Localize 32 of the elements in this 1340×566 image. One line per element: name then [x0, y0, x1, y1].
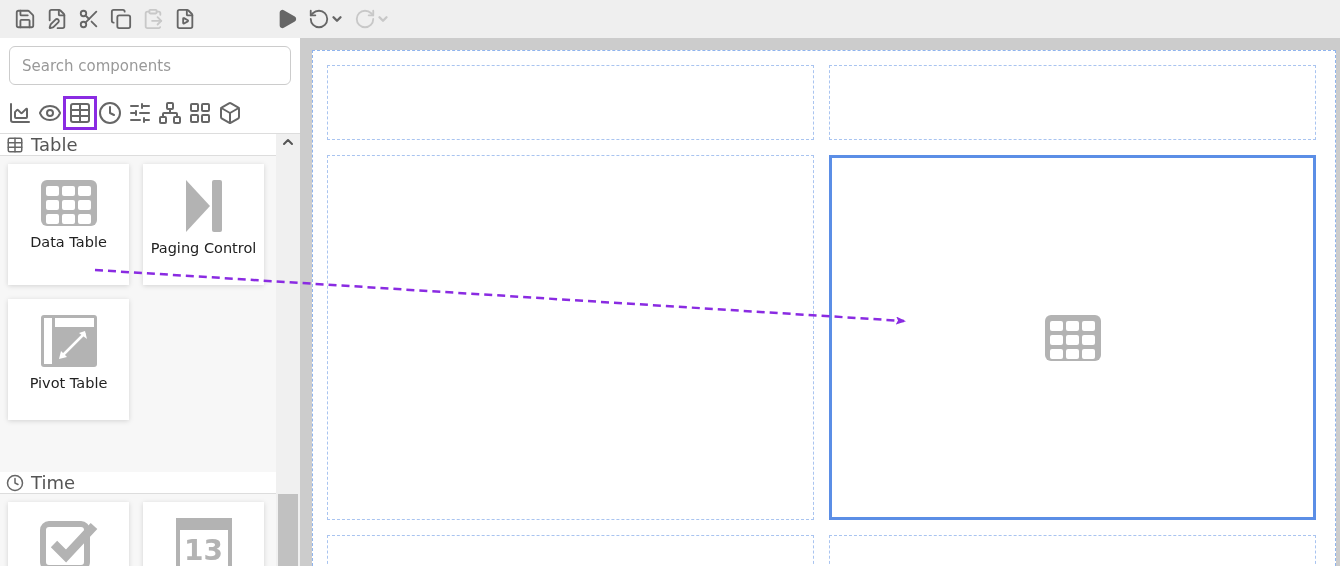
- section-header[interactable]: Time: [0, 472, 276, 494]
- search-field[interactable]: Search components: [9, 46, 291, 85]
- section-header[interactable]: Table: [0, 134, 276, 156]
- layout-cell[interactable]: [829, 155, 1316, 520]
- table-icon[interactable]: [63, 96, 97, 130]
- copy-icon[interactable]: [110, 8, 132, 30]
- checkbox-icon: [39, 518, 98, 566]
- cut-icon[interactable]: [78, 8, 100, 30]
- table-icon: [6, 135, 24, 154]
- calendar-icon: 13: [175, 518, 232, 566]
- save-icon[interactable]: [14, 8, 36, 30]
- layout-cell[interactable]: [829, 65, 1316, 140]
- tile-label: Paging Control: [150, 240, 257, 256]
- clock-icon: [6, 473, 24, 492]
- section-title: Time: [31, 472, 76, 493]
- section-title: Table: [31, 134, 78, 155]
- save-edit-icon[interactable]: [46, 8, 68, 30]
- undo-button[interactable]: [308, 8, 344, 30]
- table-icon: [40, 180, 97, 226]
- component-tile[interactable]: Pivot Table: [8, 299, 129, 420]
- scrollbar[interactable]: [276, 134, 300, 566]
- component-tile[interactable]: Data Table: [8, 164, 129, 285]
- layout-cell[interactable]: [327, 65, 814, 140]
- skip-forward-icon: [185, 180, 222, 232]
- preview-icon[interactable]: [174, 8, 196, 30]
- tile-label: Pivot Table: [29, 375, 108, 391]
- table-placeholder-icon: [1044, 314, 1101, 361]
- layout-cell[interactable]: [327, 155, 814, 520]
- component-tile[interactable]: Paging Control: [143, 164, 264, 285]
- pivot-table-icon: [40, 315, 97, 367]
- tile-label: Data Table: [30, 234, 107, 250]
- scroll-thumb[interactable]: [278, 494, 298, 566]
